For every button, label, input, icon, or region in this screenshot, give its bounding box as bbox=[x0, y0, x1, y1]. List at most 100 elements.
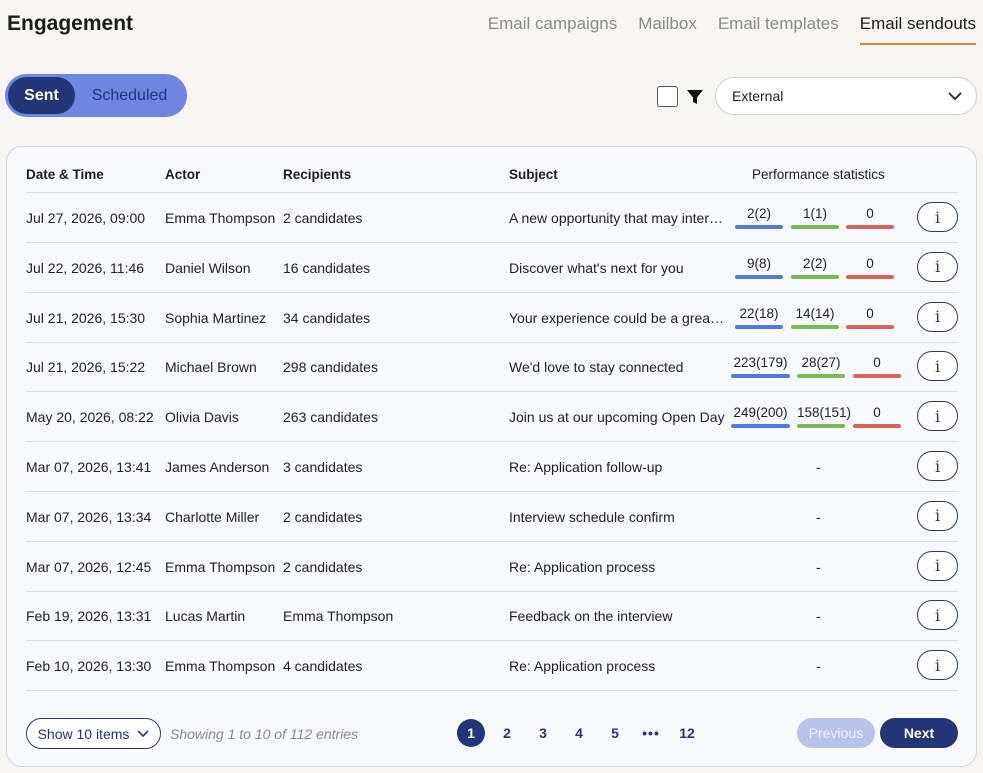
table-row[interactable]: Mar 07, 2026, 13:34 Charlotte Miller 2 can… bbox=[26, 492, 958, 542]
row-subject: Discover what's next for you bbox=[509, 259, 684, 276]
info-button[interactable]: i bbox=[917, 251, 958, 282]
info-button[interactable]: i bbox=[917, 301, 958, 332]
stat-value: 0 bbox=[866, 255, 874, 271]
row-date-time: Jul 21, 2026, 15:22 bbox=[26, 359, 146, 376]
row-recipients: 3 candidates bbox=[283, 459, 363, 475]
stat-bar bbox=[853, 424, 901, 429]
row-subject: A new opportunity that may interest you bbox=[509, 210, 726, 226]
stat-bar bbox=[735, 225, 783, 229]
row-recipients: Emma Thompson bbox=[283, 608, 394, 625]
bounced-stat: 0 bbox=[853, 355, 901, 379]
performance-stats: 223(179) 28(27) 0 bbox=[731, 342, 909, 392]
table-row[interactable]: Jul 22, 2026, 11:46 Daniel Wilson 16 candi… bbox=[26, 243, 958, 293]
page-5-button[interactable]: 5 bbox=[601, 719, 629, 747]
select-all-checkbox[interactable] bbox=[657, 86, 678, 107]
stat-value: 22(18) bbox=[739, 305, 779, 321]
stat-value: 0 bbox=[873, 355, 881, 371]
col-actor[interactable]: Actor bbox=[165, 167, 200, 182]
page-1-button[interactable]: 1 bbox=[457, 719, 485, 747]
show-items-dropdown[interactable]: Show 10 items bbox=[26, 718, 161, 749]
table-row[interactable]: May 20, 2026, 08:22 Olivia Davis 263 candi… bbox=[26, 392, 958, 443]
row-actor: Daniel Wilson bbox=[165, 259, 251, 276]
row-recipients: 4 candidates bbox=[283, 658, 363, 675]
no-stats-placeholder: - bbox=[816, 459, 821, 475]
row-actor: Emma Thompson bbox=[165, 210, 276, 226]
audience-select[interactable]: External bbox=[715, 77, 977, 115]
row-subject: We'd love to stay connected bbox=[509, 359, 684, 376]
info-button[interactable]: i bbox=[917, 202, 958, 232]
table-row[interactable]: Mar 07, 2026, 12:45 Emma Thompson 2 candid… bbox=[26, 542, 958, 592]
no-stats-placeholder: - bbox=[816, 608, 821, 625]
chevron-down-icon bbox=[138, 730, 149, 737]
opened-stat: 2(2) bbox=[735, 206, 783, 229]
filter-icon[interactable] bbox=[686, 88, 704, 106]
row-actor: Michael Brown bbox=[165, 359, 257, 376]
row-actor: Olivia Davis bbox=[165, 409, 239, 426]
tab-email-campaigns[interactable]: Email campaigns bbox=[488, 14, 617, 45]
page-12-button[interactable]: 12 bbox=[673, 719, 701, 747]
stat-bar bbox=[735, 324, 783, 329]
next-button[interactable]: Next bbox=[880, 718, 958, 748]
row-subject: Interview schedule confirm bbox=[509, 508, 675, 525]
stat-bar bbox=[853, 374, 901, 379]
sendouts-table-card: Date & Time Actor Recipients Subject Per… bbox=[6, 146, 977, 767]
info-button[interactable]: i bbox=[917, 351, 958, 382]
info-button[interactable]: i bbox=[917, 600, 958, 631]
info-button[interactable]: i bbox=[917, 650, 958, 681]
stat-value: 0 bbox=[866, 206, 874, 221]
page-3-button[interactable]: 3 bbox=[529, 719, 557, 747]
info-button[interactable]: i bbox=[917, 401, 958, 432]
info-button[interactable]: i bbox=[917, 500, 958, 531]
stat-value: 28(27) bbox=[801, 355, 841, 371]
opened-stat: 249(200) bbox=[731, 405, 790, 429]
row-recipients: 263 candidates bbox=[283, 409, 378, 426]
page-4-button[interactable]: 4 bbox=[565, 719, 593, 747]
clicked-stat: 28(27) bbox=[797, 355, 845, 379]
row-date-time: Mar 07, 2026, 12:45 bbox=[26, 558, 152, 575]
previous-button[interactable]: Previous bbox=[797, 718, 875, 748]
table-row[interactable]: Jul 21, 2026, 15:22 Michael Brown 298 cand… bbox=[26, 342, 958, 393]
info-button[interactable]: i bbox=[917, 451, 958, 481]
tab-mailbox[interactable]: Mailbox bbox=[638, 14, 697, 45]
row-date-time: Jul 27, 2026, 09:00 bbox=[26, 210, 146, 226]
col-date-time[interactable]: Date & Time bbox=[26, 167, 104, 182]
row-recipients: 2 candidates bbox=[283, 210, 363, 226]
stat-value: 249(200) bbox=[733, 405, 788, 421]
page-2-button[interactable]: 2 bbox=[493, 719, 521, 747]
page-title: Engagement bbox=[7, 12, 134, 35]
row-actor: Sophia Martinez bbox=[165, 309, 267, 326]
info-button[interactable]: i bbox=[917, 550, 958, 581]
col-recipients[interactable]: Recipients bbox=[283, 167, 351, 182]
tab-email-templates[interactable]: Email templates bbox=[718, 14, 839, 45]
sent-scheduled-toggle: Sent Scheduled bbox=[5, 74, 187, 117]
stat-value: 9(8) bbox=[746, 255, 771, 271]
bounced-stat: 0 bbox=[846, 256, 894, 279]
performance-stats: 22(18) 14(14) 0 bbox=[733, 293, 909, 343]
table-row[interactable]: Feb 10, 2026, 13:30 Emma Thompson 4 candid… bbox=[26, 641, 958, 692]
row-date-time: May 20, 2026, 08:22 bbox=[26, 409, 154, 426]
bounced-stat: 0 bbox=[846, 306, 894, 329]
table-row[interactable]: Jul 21, 2026, 15:30 Sophia Martinez 34 can… bbox=[26, 293, 958, 343]
performance-stats: 9(8) 2(2) 0 bbox=[733, 243, 909, 293]
row-subject: Re: Application process bbox=[509, 558, 656, 575]
col-subject[interactable]: Subject bbox=[509, 167, 558, 182]
table-row[interactable]: Feb 19, 2026, 13:31 Lucas Martin Emma Thom… bbox=[26, 591, 958, 642]
table-row[interactable]: Mar 07, 2026, 13:41 James Anderson 3 candi… bbox=[26, 442, 958, 492]
clicked-stat: 14(14) bbox=[791, 306, 839, 329]
table-header: Date & Time Actor Recipients Subject Per… bbox=[26, 162, 958, 193]
performance-stats: 249(200) 158(151) 0 bbox=[731, 392, 909, 442]
entries-summary: Showing 1 to 10 of 112 entries bbox=[170, 726, 359, 742]
chevron-down-icon bbox=[948, 92, 962, 100]
pagination: 1 2 3 4 5 ••• 12 bbox=[457, 719, 709, 747]
sent-toggle-button[interactable]: Sent bbox=[8, 77, 75, 114]
stat-bar bbox=[791, 274, 839, 279]
tab-email-sendouts[interactable]: Email sendouts bbox=[859, 14, 976, 45]
table-row[interactable]: Jul 27, 2026, 09:00 Emma Thompson 2 candid… bbox=[26, 193, 958, 243]
no-stats-placeholder: - bbox=[816, 658, 821, 675]
stat-bar bbox=[791, 324, 839, 329]
stat-value: 223(179) bbox=[733, 355, 788, 371]
scheduled-toggle-button[interactable]: Scheduled bbox=[75, 77, 184, 114]
row-subject: Join us at our upcoming Open Day bbox=[509, 409, 725, 426]
row-date-time: Feb 19, 2026, 13:31 bbox=[26, 608, 152, 625]
stat-value: 2(2) bbox=[746, 206, 771, 221]
